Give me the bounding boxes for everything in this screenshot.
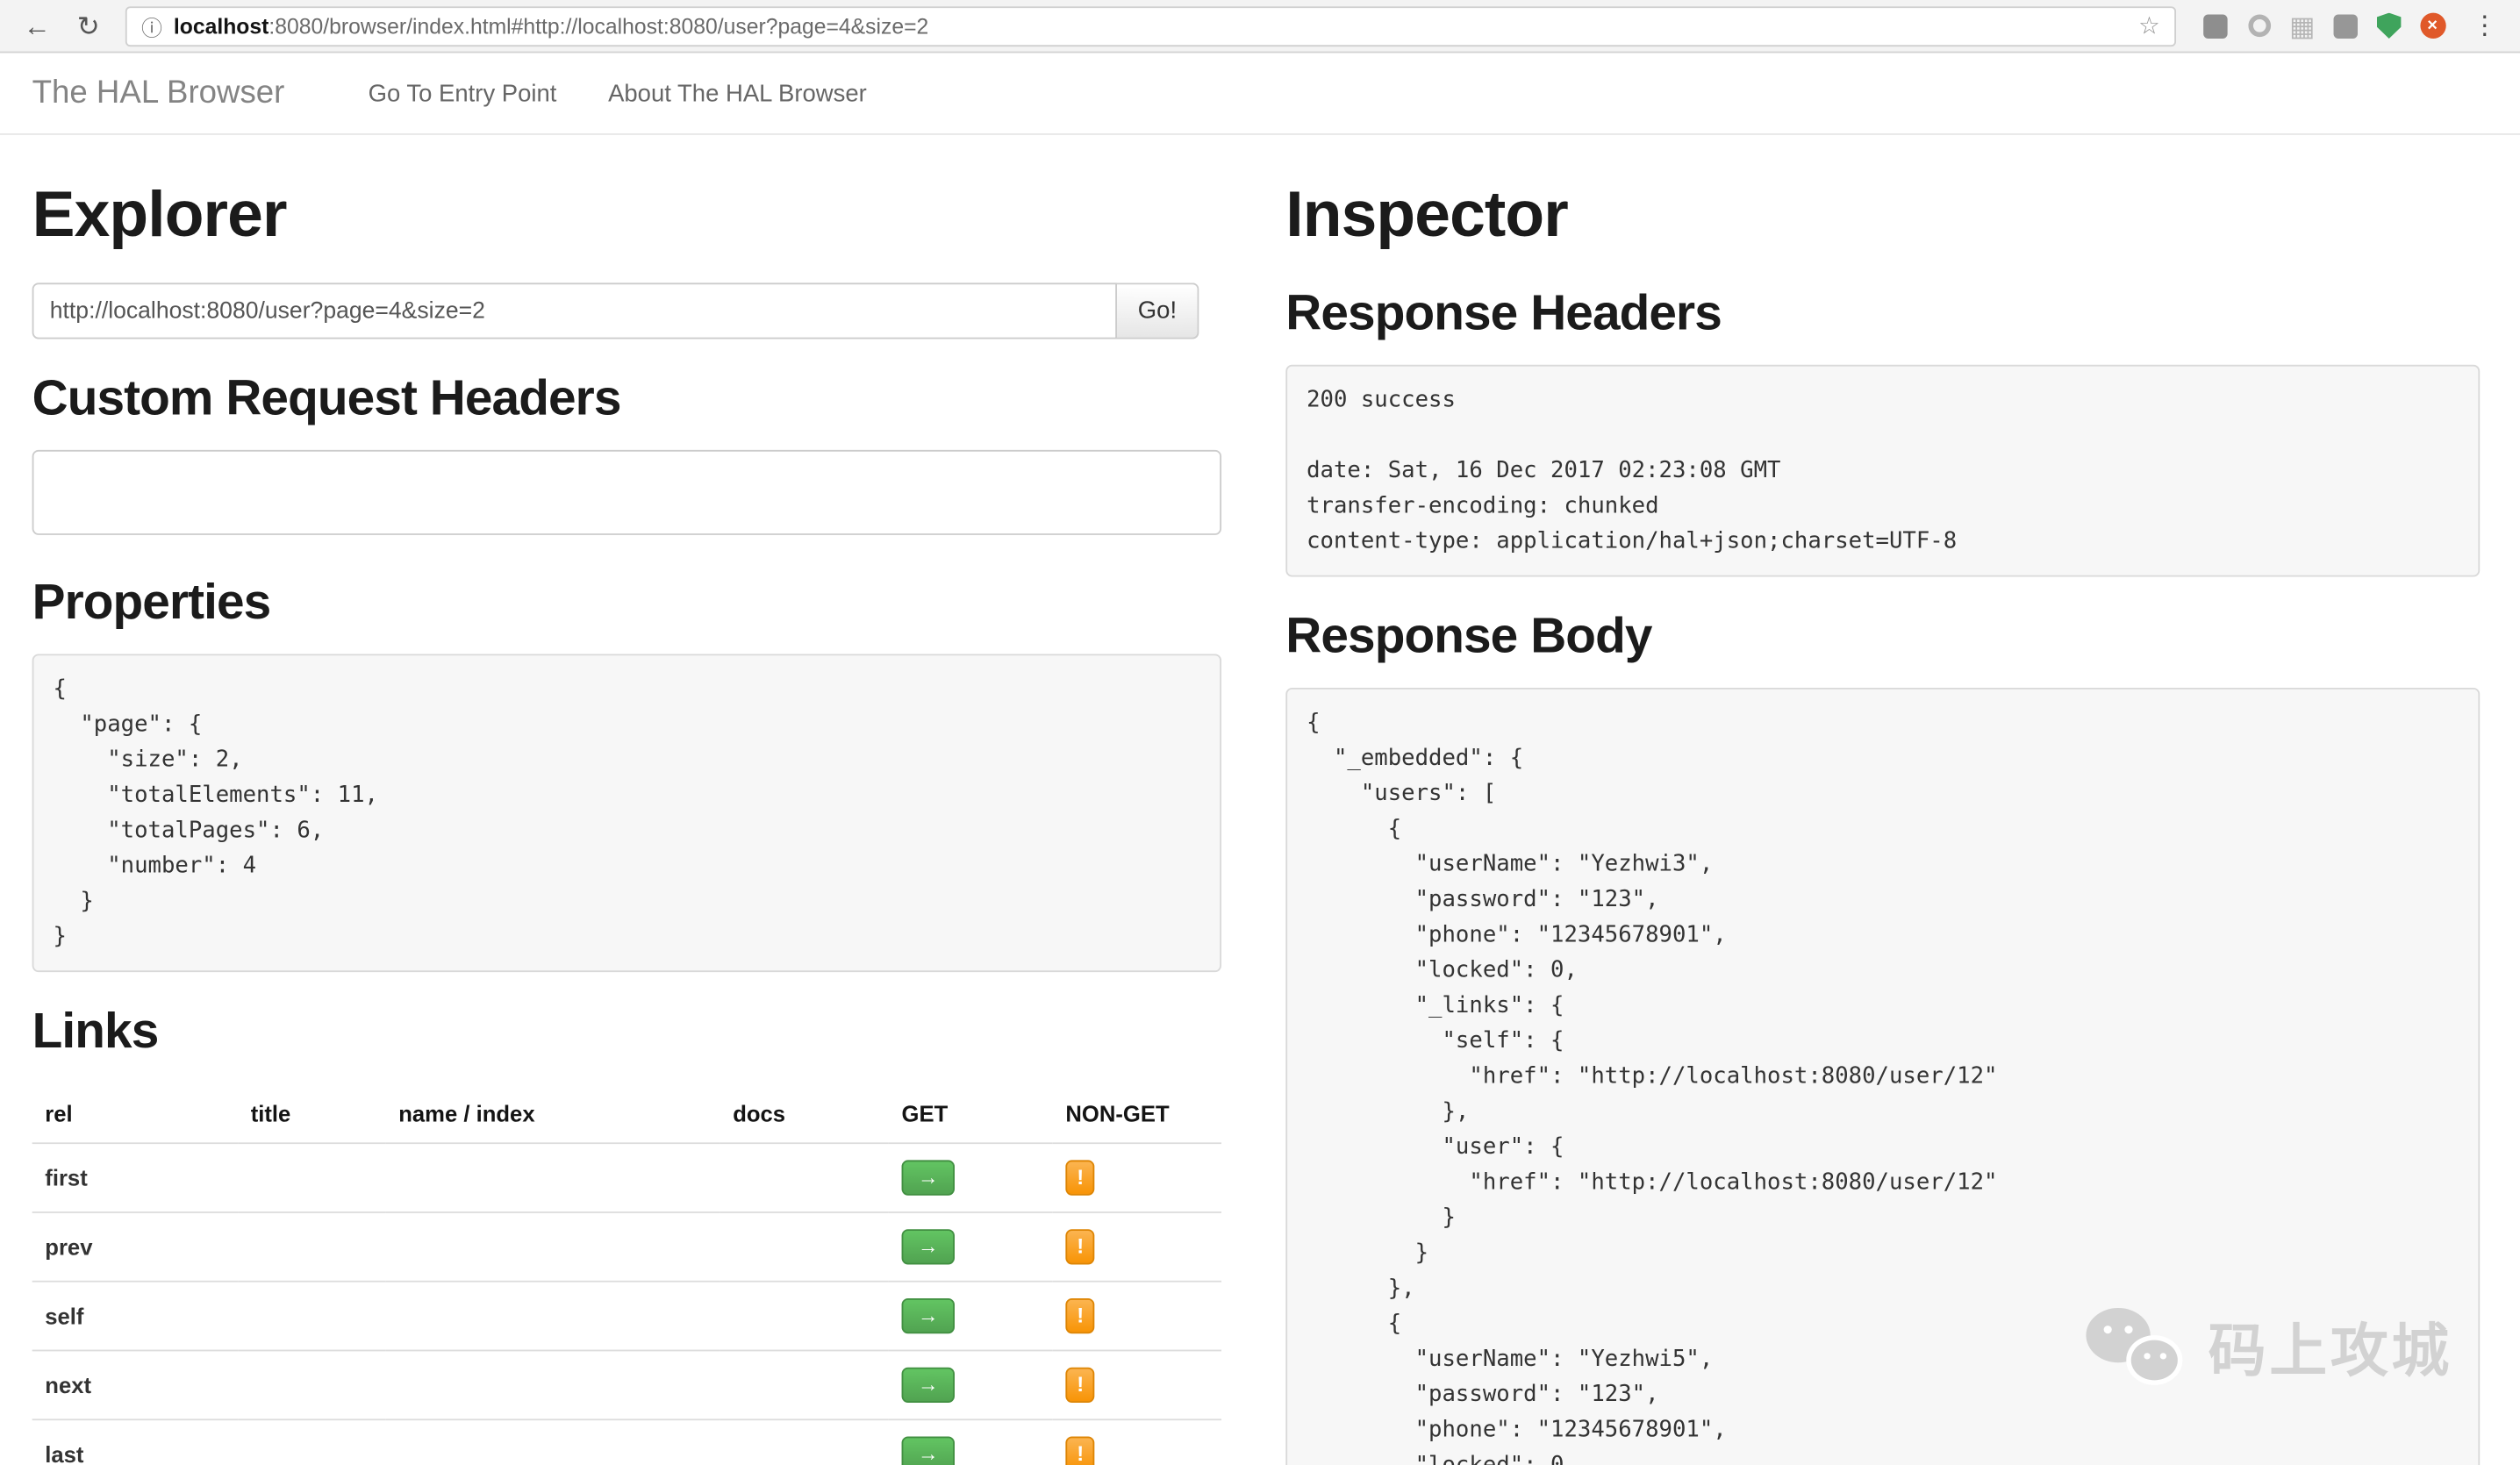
response-headers-title: Response Headers [1285, 282, 2480, 342]
extension-shield-icon[interactable] [2375, 12, 2402, 39]
go-button[interactable]: Go! [1117, 282, 1199, 339]
main-content: Explorer Go! Custom Request Headers Prop… [0, 135, 2520, 1465]
link-rel-self: self [32, 1281, 238, 1350]
close-circle-icon: × [2420, 13, 2445, 39]
cell-non-get: ! [1053, 1419, 1221, 1465]
cell-get: → [889, 1211, 1053, 1281]
cell-name-index [386, 1281, 720, 1350]
back-icon[interactable]: ← [16, 12, 58, 39]
links-title: Links [32, 1002, 1221, 1061]
refresh-icon[interactable]: ↻ [68, 12, 110, 39]
inspector-title: Inspector [1285, 180, 2480, 251]
response-body-box: { "_embedded": { "users": [ { "userName"… [1285, 689, 2480, 1465]
cell-non-get: ! [1053, 1142, 1221, 1211]
explorer-url-form: Go! [32, 282, 1221, 339]
column-header-name-index: name / index [386, 1084, 720, 1143]
link-rel-last: last [32, 1419, 238, 1465]
explorer-url-input[interactable] [32, 282, 1117, 339]
page-info-icon[interactable]: ⓘ [141, 11, 162, 41]
get-arrow-button[interactable]: → [902, 1436, 955, 1465]
nav-link-about[interactable]: About The HAL Browser [608, 80, 867, 107]
extension-icons: ▦ × [2201, 12, 2445, 39]
column-header-get: GET [889, 1084, 1053, 1143]
cell-title [238, 1350, 386, 1419]
get-arrow-button[interactable]: → [902, 1228, 955, 1263]
response-headers-box: 200 success date: Sat, 16 Dec 2017 02:23… [1285, 365, 2480, 577]
browser-toolbar: ← ↻ ⓘ localhost:8080/browser/index.html#… [0, 0, 2520, 53]
cell-name-index [386, 1419, 720, 1465]
extension-close-icon[interactable]: × [2419, 12, 2446, 39]
cell-docs [720, 1142, 889, 1211]
explorer-panel: Explorer Go! Custom Request Headers Prop… [32, 135, 1221, 1465]
cell-get: → [889, 1419, 1053, 1465]
extension-icon-4[interactable] [2332, 12, 2359, 39]
cell-name-index [386, 1142, 720, 1211]
column-header-docs: docs [720, 1084, 889, 1143]
links-table: rel title name / index docs GET NON-GET … [32, 1084, 1221, 1465]
column-header-non-get: NON-GET [1053, 1084, 1221, 1143]
column-header-rel: rel [32, 1084, 238, 1143]
extension-square-icon [2203, 14, 2227, 38]
response-body-title: Response Body [1285, 606, 2480, 666]
extension-icon-1[interactable] [2201, 12, 2229, 39]
extension-grid-icon[interactable]: ▦ [2288, 12, 2316, 39]
link-rel-next: next [32, 1350, 238, 1419]
table-row: last → ! [32, 1419, 1221, 1465]
table-row: next → ! [32, 1350, 1221, 1419]
cell-docs [720, 1350, 889, 1419]
links-table-header: rel title name / index docs GET NON-GET [32, 1084, 1221, 1143]
column-header-title: title [238, 1084, 386, 1143]
app-navbar: The HAL Browser Go To Entry Point About … [0, 53, 2520, 134]
cell-name-index [386, 1350, 720, 1419]
bookmark-star-icon[interactable]: ☆ [2138, 11, 2160, 40]
non-get-button[interactable]: ! [1065, 1160, 1095, 1195]
shield-icon [2377, 13, 2401, 39]
link-rel-first: first [32, 1142, 238, 1211]
browser-menu-icon[interactable]: ⋮ [2466, 10, 2504, 42]
get-arrow-button[interactable]: → [902, 1367, 955, 1402]
extension-icon-2[interactable] [2245, 12, 2273, 39]
table-row: prev → ! [32, 1211, 1221, 1281]
brand-title: The HAL Browser [32, 75, 285, 111]
nav-link-entry-point[interactable]: Go To Entry Point [369, 80, 557, 107]
properties-json: { "page": { "size": 2, "totalElements": … [32, 654, 1221, 973]
table-row: self → ! [32, 1281, 1221, 1350]
page: ← ↻ ⓘ localhost:8080/browser/index.html#… [0, 0, 2520, 1465]
non-get-button[interactable]: ! [1065, 1436, 1095, 1465]
cell-get: → [889, 1142, 1053, 1211]
cell-docs [720, 1211, 889, 1281]
explorer-title: Explorer [32, 180, 1221, 251]
non-get-button[interactable]: ! [1065, 1297, 1095, 1333]
get-arrow-button[interactable]: → [902, 1297, 955, 1333]
extension-circle-icon [2248, 14, 2271, 37]
non-get-button[interactable]: ! [1065, 1228, 1095, 1263]
properties-title: Properties [32, 572, 1221, 632]
get-arrow-button[interactable]: → [902, 1160, 955, 1195]
cell-title [238, 1142, 386, 1211]
url-host: localhost [174, 14, 269, 38]
cell-get: → [889, 1350, 1053, 1419]
address-bar[interactable]: ⓘ localhost:8080/browser/index.html#http… [125, 5, 2176, 46]
cell-docs [720, 1281, 889, 1350]
non-get-button[interactable]: ! [1065, 1367, 1095, 1402]
cell-docs [720, 1419, 889, 1465]
cell-non-get: ! [1053, 1281, 1221, 1350]
cell-non-get: ! [1053, 1350, 1221, 1419]
cell-title [238, 1211, 386, 1281]
inspector-panel: Inspector Response Headers 200 success d… [1285, 135, 2480, 1465]
cell-title [238, 1419, 386, 1465]
cell-name-index [386, 1211, 720, 1281]
table-row: first → ! [32, 1142, 1221, 1211]
url-rest: :8080/browser/index.html#http://localhos… [268, 14, 928, 38]
cell-non-get: ! [1053, 1211, 1221, 1281]
cell-get: → [889, 1281, 1053, 1350]
url-text[interactable]: localhost:8080/browser/index.html#http:/… [174, 14, 2127, 38]
custom-headers-title: Custom Request Headers [32, 368, 1221, 427]
link-rel-prev: prev [32, 1211, 238, 1281]
extension-square-icon [2334, 14, 2358, 38]
cell-title [238, 1281, 386, 1350]
custom-headers-textarea[interactable] [32, 450, 1221, 535]
